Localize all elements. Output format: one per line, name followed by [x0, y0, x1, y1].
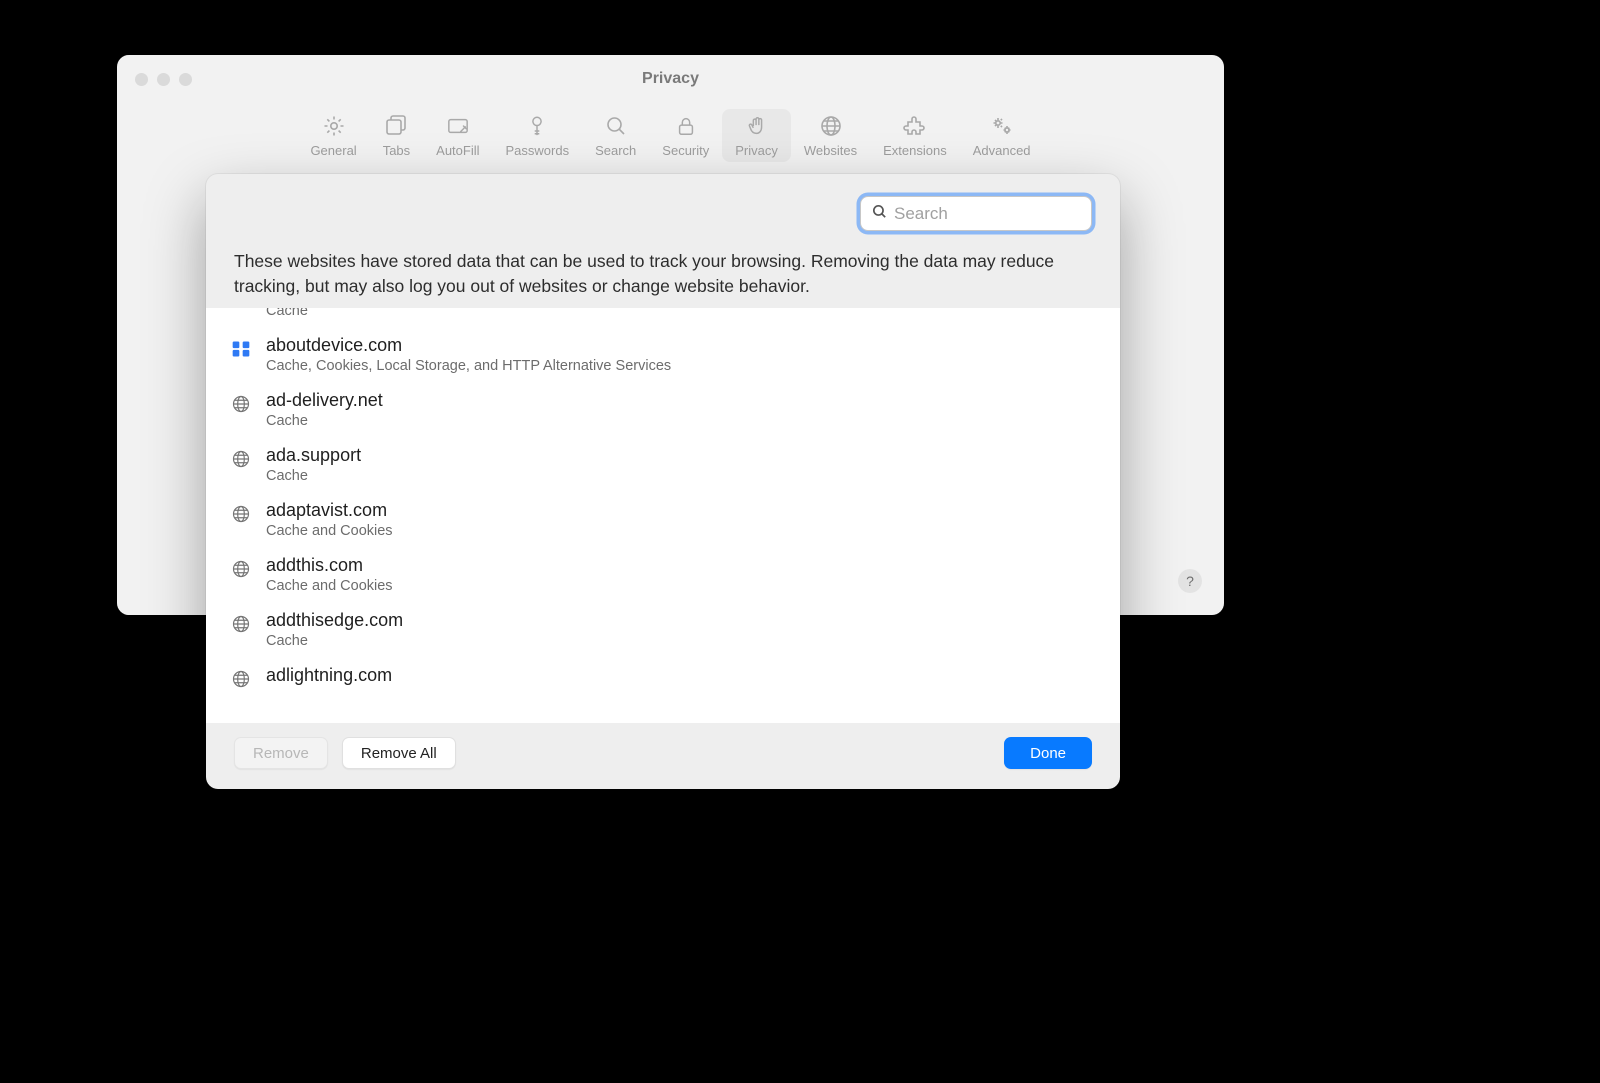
search-icon: [603, 113, 629, 139]
zoom-dot[interactable]: [179, 73, 192, 86]
autofill-icon: [445, 113, 471, 139]
globe-icon: [230, 448, 252, 470]
tab-label: Advanced: [973, 143, 1031, 158]
website-row-body: aboutdevice.com Cache, Cookies, Local Sto…: [266, 335, 671, 374]
website-detail: Cache, Cookies, Local Storage, and HTTP …: [266, 358, 671, 374]
tab-advanced[interactable]: Advanced: [960, 109, 1044, 162]
tab-search[interactable]: Search: [582, 109, 649, 162]
done-button[interactable]: Done: [1004, 737, 1092, 769]
website-row[interactable]: adlightning.com: [206, 657, 1120, 698]
website-domain: addthis.com: [266, 555, 393, 576]
website-domain: addthisedge.com: [266, 610, 403, 631]
tab-websites[interactable]: Websites: [791, 109, 870, 162]
globe-icon: [230, 393, 252, 415]
search-input[interactable]: [894, 204, 1115, 224]
key-icon: [524, 113, 550, 139]
website-detail: Cache: [266, 468, 361, 484]
sheet-description: These websites have stored data that can…: [234, 249, 1092, 298]
site-favicon-icon: [230, 338, 252, 360]
window-traffic-lights[interactable]: [135, 73, 192, 86]
website-row-body: addthis.com Cache and Cookies: [266, 555, 393, 594]
website-domain: adaptavist.com: [266, 500, 393, 521]
website-list[interactable]: aaxdetect.comCache aboutdevice.com Cache, …: [206, 308, 1120, 723]
website-row[interactable]: aaxdetect.comCache: [206, 308, 1120, 327]
tab-extensions[interactable]: Extensions: [870, 109, 960, 162]
search-field[interactable]: [860, 196, 1092, 231]
website-domain: ada.support: [266, 445, 361, 466]
tab-label: Websites: [804, 143, 857, 158]
tab-security[interactable]: Security: [649, 109, 722, 162]
website-detail: Cache: [266, 308, 383, 319]
tab-label: Tabs: [383, 143, 410, 158]
tab-passwords[interactable]: Passwords: [493, 109, 583, 162]
search-icon: [871, 203, 888, 225]
globe-icon: [230, 558, 252, 580]
lock-icon: [673, 113, 699, 139]
website-row-body: adlightning.com: [266, 665, 392, 686]
website-detail: Cache: [266, 413, 383, 429]
globe-icon: [230, 613, 252, 635]
remove-button[interactable]: Remove: [234, 737, 328, 769]
window-titlebar: Privacy: [117, 55, 1224, 103]
minimize-dot[interactable]: [157, 73, 170, 86]
close-dot[interactable]: [135, 73, 148, 86]
website-domain: adlightning.com: [266, 665, 392, 686]
website-row-body: ad-delivery.net Cache: [266, 390, 383, 429]
website-row-body: adaptavist.com Cache and Cookies: [266, 500, 393, 539]
tab-label: Search: [595, 143, 636, 158]
tab-label: Security: [662, 143, 709, 158]
website-data-sheet: These websites have stored data that can…: [206, 174, 1120, 789]
tab-label: General: [310, 143, 356, 158]
tab-label: AutoFill: [436, 143, 479, 158]
website-list-inner: aaxdetect.comCache aboutdevice.com Cache, …: [206, 308, 1120, 698]
puzzle-icon: [902, 113, 928, 139]
website-detail: Cache: [266, 633, 403, 649]
preferences-toolbar: General Tabs AutoFill Passwords Search Securi…: [117, 103, 1224, 172]
globe-icon: [818, 113, 844, 139]
hand-icon: [744, 113, 770, 139]
website-row[interactable]: aboutdevice.com Cache, Cookies, Local Sto…: [206, 327, 1120, 382]
website-row-body: aaxdetect.comCache: [266, 308, 383, 319]
tab-tabs[interactable]: Tabs: [370, 109, 423, 162]
tab-label: Privacy: [735, 143, 778, 158]
remove-all-button[interactable]: Remove All: [342, 737, 456, 769]
sheet-button-bar: Remove Remove All Done: [206, 723, 1120, 789]
website-row[interactable]: ad-delivery.net Cache: [206, 382, 1120, 437]
help-button[interactable]: ?: [1178, 569, 1202, 593]
website-row[interactable]: adaptavist.com Cache and Cookies: [206, 492, 1120, 547]
tab-general[interactable]: General: [297, 109, 369, 162]
website-detail: Cache and Cookies: [266, 578, 393, 594]
window-title: Privacy: [117, 70, 1224, 88]
website-row[interactable]: addthisedge.com Cache: [206, 602, 1120, 657]
globe-icon: [230, 668, 252, 690]
website-domain: ad-delivery.net: [266, 390, 383, 411]
tabs-icon: [383, 113, 409, 139]
tab-autofill[interactable]: AutoFill: [423, 109, 492, 162]
website-row[interactable]: ada.support Cache: [206, 437, 1120, 492]
globe-icon: [230, 503, 252, 525]
website-row-body: ada.support Cache: [266, 445, 361, 484]
website-row[interactable]: addthis.com Cache and Cookies: [206, 547, 1120, 602]
gear-icon: [321, 113, 347, 139]
tab-privacy[interactable]: Privacy: [722, 109, 791, 162]
website-detail: Cache and Cookies: [266, 523, 393, 539]
tab-label: Extensions: [883, 143, 947, 158]
website-row-body: addthisedge.com Cache: [266, 610, 403, 649]
tab-label: Passwords: [506, 143, 570, 158]
website-domain: aboutdevice.com: [266, 335, 671, 356]
gears-icon: [989, 113, 1015, 139]
